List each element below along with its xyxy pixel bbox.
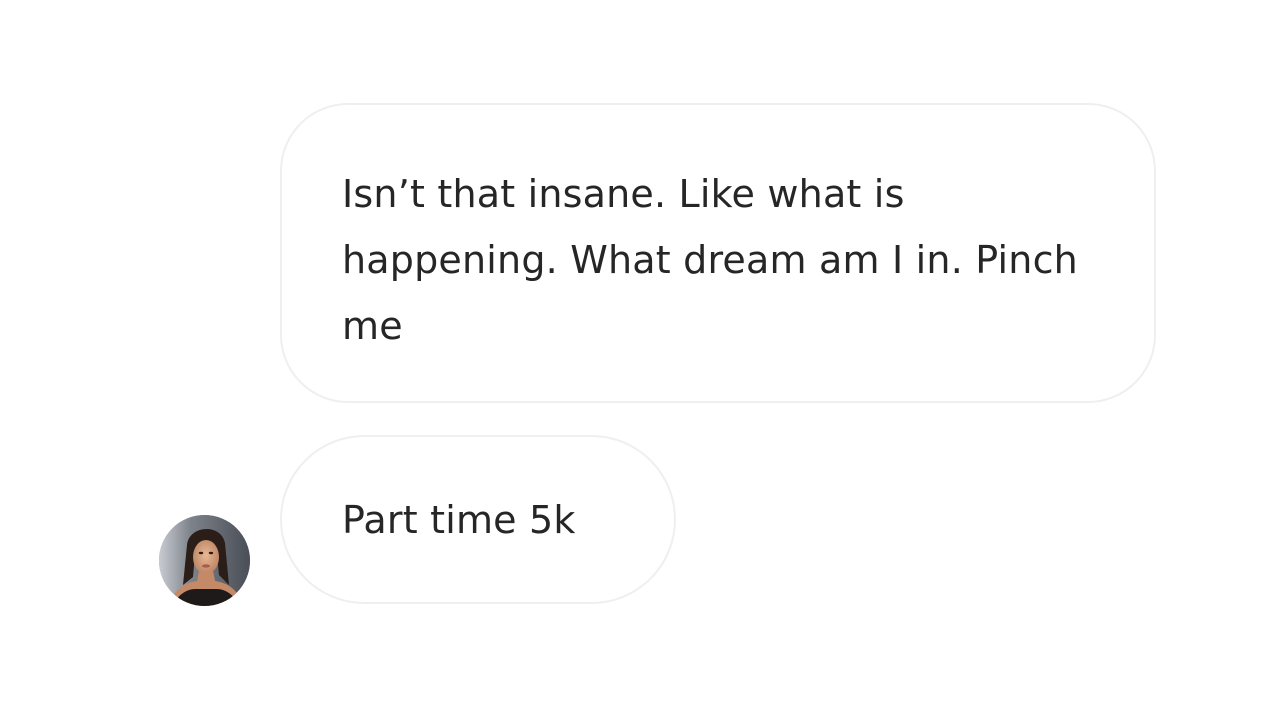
- message-text: Part time 5k: [342, 498, 576, 542]
- message-bubble[interactable]: Isn’t that insane. Like what is happenin…: [280, 103, 1156, 403]
- chat-thread: Isn’t that insane. Like what is happenin…: [0, 0, 1280, 720]
- message-bubble[interactable]: Part time 5k: [280, 435, 676, 604]
- message-text: Isn’t that insane. Like what is happenin…: [342, 172, 1078, 348]
- profile-photo-icon: [159, 515, 250, 606]
- avatar[interactable]: [159, 515, 250, 606]
